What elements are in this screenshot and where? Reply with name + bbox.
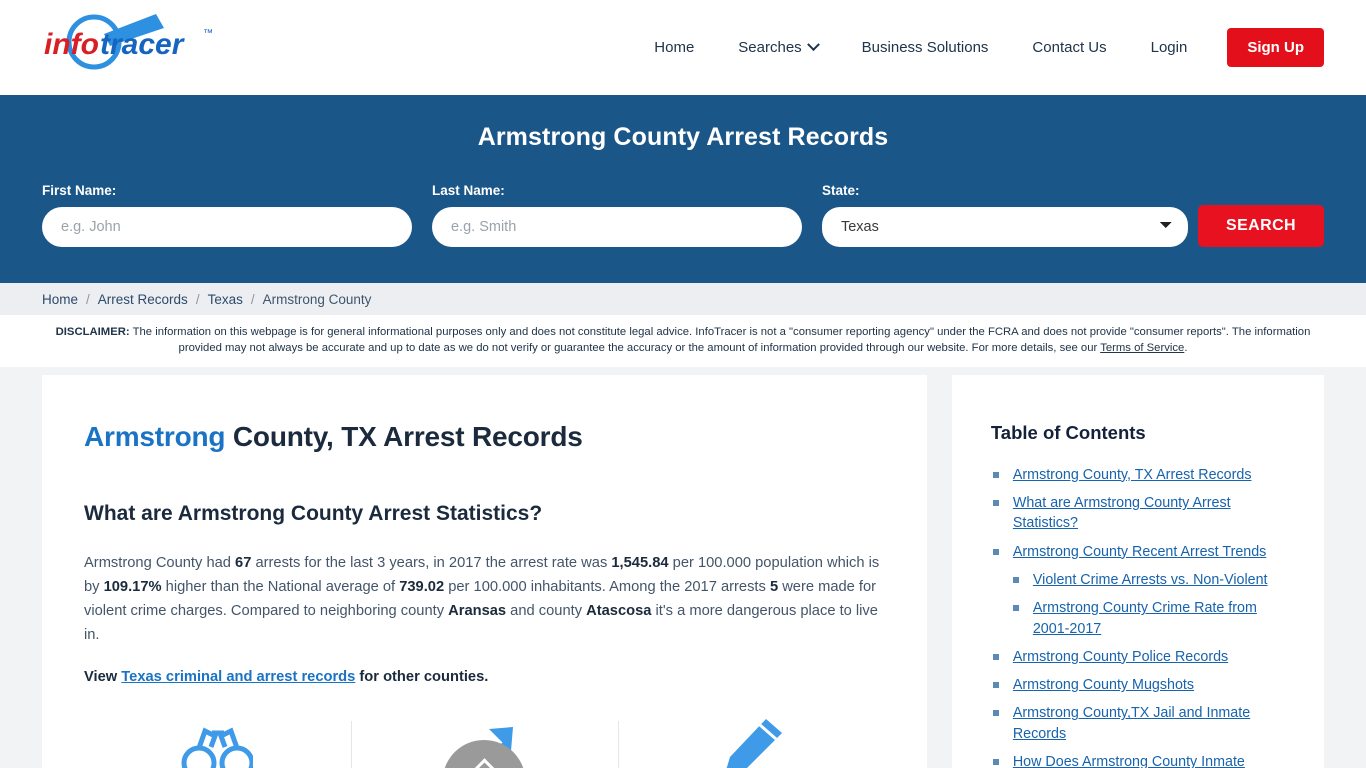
toc-item: Armstrong County,TX Jail and Inmate Reco… bbox=[991, 703, 1294, 744]
disclaimer-label: DISCLAIMER: bbox=[55, 326, 130, 338]
main-navigation: Home Searches Business Solutions Contact… bbox=[632, 0, 1324, 95]
para-text: higher than the National average of bbox=[161, 578, 400, 595]
disclaimer-period: . bbox=[1184, 342, 1188, 355]
toc-subitem: Violent Crime Arrests vs. Non-Violent bbox=[1012, 570, 1294, 590]
search-form: First Name: Last Name: State: Texas SEAR… bbox=[42, 183, 1324, 247]
toc-item: Armstrong County Recent Arrest Trends Vi… bbox=[991, 542, 1294, 639]
toc-item: Armstrong County Mugshots bbox=[991, 675, 1294, 695]
chevron-up-icon bbox=[471, 757, 498, 768]
pen-icon bbox=[726, 718, 783, 768]
stat-total-arrests: 67 bbox=[235, 554, 252, 571]
stat-violent-arrests: 5 bbox=[769, 578, 779, 595]
logo-svg: info tracer ™ bbox=[44, 14, 213, 70]
breadcrumb: Home / Arrest Records / Texas / Armstron… bbox=[0, 283, 1366, 315]
logo-info-text: info bbox=[44, 28, 99, 61]
search-button[interactable]: SEARCH bbox=[1198, 205, 1324, 247]
nav-item-home[interactable]: Home bbox=[632, 40, 716, 55]
last-name-input[interactable] bbox=[431, 207, 802, 247]
feature-item-arrest-records[interactable] bbox=[84, 717, 351, 768]
toc-link-violent-vs-nonviolent[interactable]: Violent Crime Arrests vs. Non-Violent bbox=[1033, 572, 1268, 588]
view-suffix: for other counties. bbox=[355, 668, 489, 685]
toc-link-mugshots[interactable]: Armstrong County Mugshots bbox=[1013, 677, 1194, 693]
state-field-group: State: Texas bbox=[821, 183, 1189, 247]
nav-label: Login bbox=[1150, 39, 1188, 56]
logo-tm-text: ™ bbox=[203, 28, 213, 39]
terms-of-service-link[interactable]: Terms of Service bbox=[1100, 342, 1184, 354]
site-header: info tracer ™ Home Searches Business Sol… bbox=[0, 0, 1366, 95]
nav-label: Business Solutions bbox=[861, 39, 989, 56]
state-label: State: bbox=[821, 183, 860, 198]
breadcrumb-item-arrest-records[interactable]: Arrest Records bbox=[98, 292, 188, 307]
toc-link-arrest-statistics[interactable]: What are Armstrong County Arrest Statist… bbox=[1013, 495, 1231, 531]
nav-label: Searches bbox=[738, 39, 802, 56]
arrest-statistics-paragraph: Armstrong County had 67 arrests for the … bbox=[84, 552, 885, 648]
para-text: Armstrong County had bbox=[84, 554, 236, 571]
neighbor-county-2: Atascosa bbox=[586, 602, 652, 619]
nav-item-contact-us[interactable]: Contact Us bbox=[1010, 40, 1128, 55]
breadcrumb-item-texas[interactable]: Texas bbox=[208, 292, 243, 307]
stat-arrest-rate: 1,545.84 bbox=[611, 554, 669, 571]
stat-percent-higher: 109.17% bbox=[103, 578, 162, 595]
logo-tracer-text: tracer bbox=[100, 28, 186, 61]
table-of-contents-card: Table of Contents Armstrong County, TX A… bbox=[951, 374, 1324, 768]
view-prefix: View bbox=[84, 668, 122, 685]
toc-link-jail-inmate-records[interactable]: Armstrong County,TX Jail and Inmate Reco… bbox=[1013, 705, 1250, 741]
main-article-card: Armstrong County, TX Arrest Records What… bbox=[42, 374, 927, 768]
page-content: Armstrong County, TX Arrest Records What… bbox=[0, 367, 1366, 768]
stat-national-average: 739.02 bbox=[399, 578, 445, 595]
breadcrumb-separator: / bbox=[195, 291, 200, 307]
handcuffs-icon bbox=[181, 727, 254, 768]
page-title: Armstrong County, TX Arrest Records bbox=[84, 421, 885, 453]
toc-subitem: Armstrong County Crime Rate from 2001-20… bbox=[1012, 598, 1294, 639]
breadcrumb-item-armstrong-county: Armstrong County bbox=[262, 291, 372, 307]
state-select[interactable]: Texas bbox=[821, 207, 1189, 247]
toc-item: What are Armstrong County Arrest Statist… bbox=[991, 493, 1294, 534]
section-heading-arrest-statistics: What are Armstrong County Arrest Statist… bbox=[84, 501, 543, 525]
texas-records-link[interactable]: Texas criminal and arrest records bbox=[121, 669, 355, 685]
hero-title: Armstrong County Arrest Records bbox=[477, 123, 889, 151]
last-name-label: Last Name: bbox=[431, 183, 505, 198]
toc-item: Armstrong County, TX Arrest Records bbox=[991, 465, 1294, 485]
nav-label: Home bbox=[654, 39, 695, 56]
infotracer-logo[interactable]: info tracer ™ bbox=[38, 8, 228, 78]
sign-up-button[interactable]: Sign Up bbox=[1227, 28, 1324, 67]
toc-link-police-records[interactable]: Armstrong County Police Records bbox=[1013, 649, 1228, 665]
para-text: per 100.000 inhabitants. Among the 2017 … bbox=[444, 578, 770, 595]
feature-item-police-records[interactable] bbox=[617, 717, 885, 768]
breadcrumb-separator: / bbox=[250, 291, 255, 307]
nav-item-login[interactable]: Login bbox=[1129, 40, 1210, 55]
first-name-label: First Name: bbox=[42, 183, 117, 198]
toc-title: Table of Contents bbox=[990, 421, 1146, 443]
toc-link-inmate-search-work[interactable]: How Does Armstrong County Inmate Search … bbox=[1013, 754, 1245, 768]
chevron-down-icon bbox=[806, 38, 820, 52]
view-other-counties-line: View Texas criminal and arrest records f… bbox=[84, 669, 885, 685]
nav-label: Contact Us bbox=[1032, 39, 1107, 56]
first-name-input[interactable] bbox=[42, 207, 412, 247]
toc-link-crime-rate-2001-2017[interactable]: Armstrong County Crime Rate from 2001-20… bbox=[1033, 600, 1257, 636]
toc-item: Armstrong County Police Records bbox=[991, 647, 1294, 667]
para-text: and county bbox=[506, 602, 587, 619]
toc-item: How Does Armstrong County Inmate Search … bbox=[991, 752, 1294, 768]
disclaimer-banner: DISCLAIMER: The information on this webp… bbox=[0, 315, 1366, 367]
breadcrumb-separator: / bbox=[86, 291, 90, 307]
page-title-highlight: Armstrong bbox=[84, 420, 226, 452]
neighbor-county-1: Aransas bbox=[448, 602, 507, 619]
first-name-field-group: First Name: bbox=[42, 183, 412, 247]
toc-link-arrest-records[interactable]: Armstrong County, TX Arrest Records bbox=[1013, 467, 1252, 483]
nav-item-business-solutions[interactable]: Business Solutions bbox=[840, 40, 1011, 55]
breadcrumb-item-home[interactable]: Home bbox=[42, 292, 78, 307]
toc-list: Armstrong County, TX Arrest Records What… bbox=[991, 465, 1294, 768]
last-name-field-group: Last Name: bbox=[431, 183, 802, 247]
para-text: arrests for the last 3 years, in 2017 th… bbox=[251, 554, 612, 571]
hero-search-section: Armstrong County Arrest Records First Na… bbox=[0, 95, 1366, 283]
nav-item-searches[interactable]: Searches bbox=[716, 38, 839, 56]
toc-sublist: Violent Crime Arrests vs. Non-Violent Ar… bbox=[1012, 570, 1294, 639]
page-title-rest: County, TX Arrest Records bbox=[225, 420, 583, 452]
toc-link-recent-arrest-trends[interactable]: Armstrong County Recent Arrest Trends bbox=[1013, 544, 1266, 560]
